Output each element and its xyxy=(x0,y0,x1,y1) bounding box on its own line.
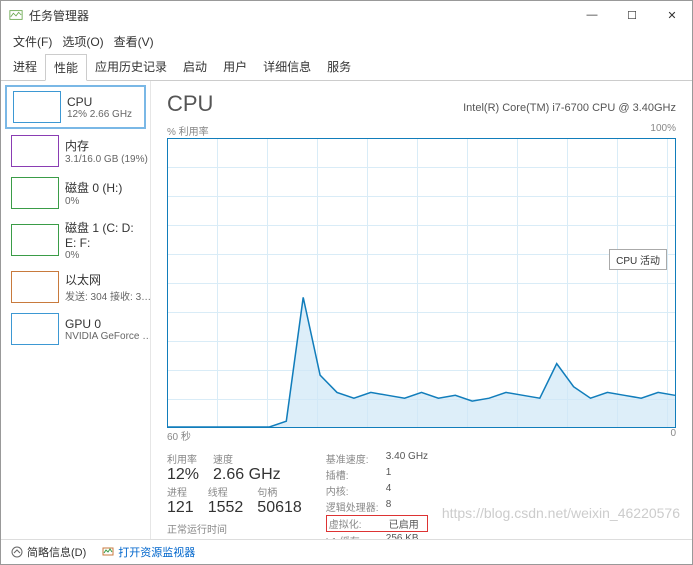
spec-row: L1 缓存:256 KB xyxy=(326,533,428,539)
menu-view[interactable]: 查看(V) xyxy=(110,31,158,52)
sidebar-item-detail: 0% xyxy=(65,196,122,207)
spec-table: 基准速度:3.40 GHz插槽:1内核:4逻辑处理器:8虚拟化:已启用L1 缓存… xyxy=(326,451,428,539)
util-label: 利用率 xyxy=(167,451,199,466)
open-resource-monitor[interactable]: 打开资源监视器 xyxy=(102,544,195,560)
proc-value: 121 xyxy=(167,499,194,517)
tabs: 进程性能应用历史记录启动用户详细信息服务 xyxy=(1,54,692,81)
sidebar-item-5[interactable]: GPU 0 NVIDIA GeForce GTX 10% xyxy=(5,309,146,349)
titlebar: 任务管理器 — ☐ ✕ xyxy=(1,1,692,29)
sidebar-item-4[interactable]: 以太网 发送: 304 接收: 32.0 K xyxy=(5,267,146,307)
spec-key: 逻辑处理器: xyxy=(326,499,386,514)
page-title: CPU xyxy=(167,91,213,117)
spec-key: L1 缓存: xyxy=(326,533,386,539)
sidebar-item-name: 磁盘 1 (C: D: E: F: xyxy=(65,219,140,250)
menu-file[interactable]: 文件(F) xyxy=(9,31,56,52)
handles-label: 句柄 xyxy=(257,484,302,499)
minimize-button[interactable]: — xyxy=(572,1,612,29)
cpu-model: Intel(R) Core(TM) i7-6700 CPU @ 3.40GHz xyxy=(463,102,676,114)
chevron-up-icon xyxy=(11,546,23,558)
cpu-chart: CPU 活动 xyxy=(167,138,676,428)
sidebar-thumb xyxy=(11,271,59,303)
tab-5[interactable]: 详细信息 xyxy=(255,54,319,80)
spec-key: 虚拟化: xyxy=(329,516,389,531)
sidebar-item-name: 内存 xyxy=(65,137,148,154)
sidebar-item-detail: NVIDIA GeForce GTX 10% xyxy=(65,331,151,342)
sidebar-thumb xyxy=(11,313,59,345)
sidebar-item-name: GPU 0 xyxy=(65,317,151,331)
spec-key: 内核: xyxy=(326,483,386,498)
spec-val: 256 KB xyxy=(386,533,419,539)
tab-6[interactable]: 服务 xyxy=(319,54,359,80)
sidebar-item-detail: 发送: 304 接收: 32.0 K xyxy=(65,288,151,303)
spec-key: 基准速度: xyxy=(326,451,386,466)
threads-value: 1552 xyxy=(208,499,244,517)
maximize-button[interactable]: ☐ xyxy=(612,1,652,29)
spec-val: 4 xyxy=(386,483,392,498)
spec-row: 基准速度:3.40 GHz xyxy=(326,451,428,466)
spec-val: 3.40 GHz xyxy=(386,451,428,466)
main: CPU 12% 2.66 GHz 内存 3.1/16.0 GB (19%) 磁盘… xyxy=(1,81,692,539)
window-title: 任务管理器 xyxy=(29,7,572,24)
proc-label: 进程 xyxy=(167,484,194,499)
tab-2[interactable]: 应用历史记录 xyxy=(87,54,175,80)
uptime-value: 0:00:17:48 xyxy=(167,536,302,539)
spec-val: 已启用 xyxy=(389,516,419,531)
sidebar-item-0[interactable]: CPU 12% 2.66 GHz xyxy=(5,85,146,129)
sidebar-item-detail: 0% xyxy=(65,250,140,261)
spec-row: 内核:4 xyxy=(326,483,428,498)
tab-1[interactable]: 性能 xyxy=(45,54,87,81)
util-value: 12% xyxy=(167,466,199,484)
speed-value: 2.66 GHz xyxy=(213,466,281,484)
sidebar-item-detail: 12% 2.66 GHz xyxy=(67,109,132,120)
chart-legend: CPU 活动 xyxy=(609,249,667,270)
content: CPU Intel(R) Core(TM) i7-6700 CPU @ 3.40… xyxy=(151,81,692,539)
sidebar-thumb xyxy=(11,135,59,167)
threads-label: 线程 xyxy=(208,484,244,499)
tab-4[interactable]: 用户 xyxy=(215,54,255,80)
close-button[interactable]: ✕ xyxy=(652,1,692,29)
chart-ylabel: % 利用率 xyxy=(167,123,209,138)
spec-row: 虚拟化:已启用 xyxy=(326,515,428,532)
handles-value: 50618 xyxy=(257,499,302,517)
tab-0[interactable]: 进程 xyxy=(5,54,45,80)
sidebar-thumb xyxy=(13,91,61,123)
menu-options[interactable]: 选项(O) xyxy=(58,31,107,52)
chart-xleft: 60 秒 xyxy=(167,428,191,443)
spec-val: 1 xyxy=(386,467,392,482)
sidebar-thumb xyxy=(11,224,59,256)
brief-info-button[interactable]: 简略信息(D) xyxy=(11,544,86,560)
speed-label: 速度 xyxy=(213,451,281,466)
sidebar-item-name: CPU xyxy=(67,95,132,109)
tab-3[interactable]: 启动 xyxy=(175,54,215,80)
chart-xright: 0 xyxy=(670,428,676,443)
sidebar-thumb xyxy=(11,177,59,209)
uptime-label: 正常运行时间 xyxy=(167,521,302,536)
sidebar-item-name: 磁盘 0 (H:) xyxy=(65,179,122,196)
menubar: 文件(F) 选项(O) 查看(V) xyxy=(1,29,692,54)
spec-val: 8 xyxy=(386,499,392,514)
sidebar-item-name: 以太网 xyxy=(65,271,151,288)
spec-row: 逻辑处理器:8 xyxy=(326,499,428,514)
stats: 利用率12% 速度2.66 GHz 进程121 线程1552 句柄50618 正… xyxy=(167,451,676,539)
monitor-icon xyxy=(102,546,114,558)
sidebar: CPU 12% 2.66 GHz 内存 3.1/16.0 GB (19%) 磁盘… xyxy=(1,81,151,539)
sidebar-item-3[interactable]: 磁盘 1 (C: D: E: F: 0% xyxy=(5,215,146,265)
sidebar-item-1[interactable]: 内存 3.1/16.0 GB (19%) xyxy=(5,131,146,171)
statusbar: 简略信息(D) 打开资源监视器 xyxy=(1,539,692,564)
sidebar-item-2[interactable]: 磁盘 0 (H:) 0% xyxy=(5,173,146,213)
spec-key: 插槽: xyxy=(326,467,386,482)
sidebar-item-detail: 3.1/16.0 GB (19%) xyxy=(65,154,148,165)
app-icon xyxy=(9,8,23,22)
spec-row: 插槽:1 xyxy=(326,467,428,482)
chart-ymax: 100% xyxy=(650,123,676,138)
